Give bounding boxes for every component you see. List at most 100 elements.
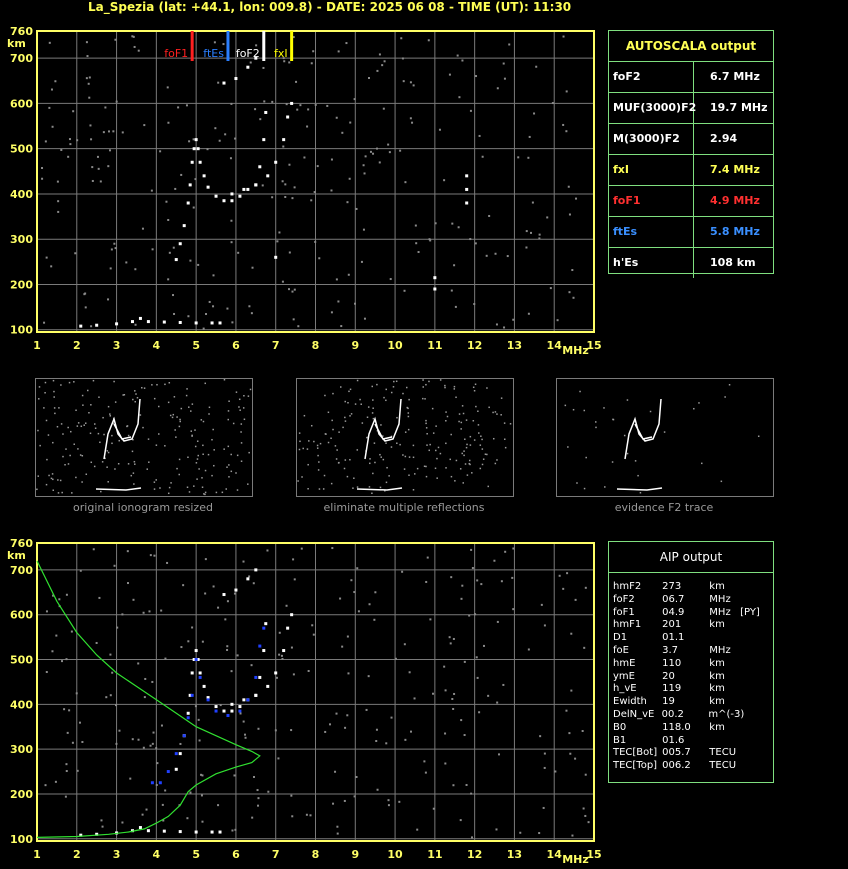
- noise-dot: [558, 574, 561, 577]
- noise-dot: [470, 792, 473, 795]
- aip-param-unit: km: [709, 619, 725, 631]
- trace-point: [465, 201, 469, 205]
- noise-dot: [416, 828, 419, 831]
- noise-dot: [337, 50, 340, 53]
- noise-dot: [362, 228, 365, 231]
- noise-dot: [448, 73, 451, 76]
- noise-dot: [257, 804, 260, 807]
- noise-dot: [448, 636, 451, 639]
- marker-label: foF2: [236, 47, 260, 60]
- trace-point: [174, 752, 178, 756]
- trace-point: [254, 183, 258, 187]
- noise-dot: [292, 558, 295, 561]
- aip-param-value: 3.7: [662, 644, 679, 656]
- noise-dot: [67, 155, 70, 158]
- noise-dot: [226, 600, 229, 603]
- noise-dot: [495, 323, 498, 326]
- aip-param-unit: MHz: [709, 593, 731, 605]
- autoscala-param-name: ftEs: [609, 217, 694, 247]
- thumbnail-caption: original ionogram resized: [73, 501, 213, 514]
- trace-point: [196, 147, 200, 151]
- noise-dot: [266, 549, 269, 552]
- noise-dot: [568, 732, 571, 735]
- noise-dot: [58, 598, 61, 601]
- noise-dot: [114, 247, 117, 250]
- noise-dot: [290, 646, 293, 649]
- trace-point: [182, 224, 186, 228]
- trace-point: [234, 588, 238, 592]
- noise-dot: [353, 98, 356, 101]
- noise-dot: [257, 797, 260, 800]
- aip-param-flag: [740, 671, 769, 684]
- marker-label: fxI: [274, 47, 288, 60]
- noise-dot: [343, 799, 346, 802]
- noise-dot: [494, 252, 497, 255]
- noise-dot: [65, 763, 68, 766]
- trace-point: [166, 770, 170, 774]
- noise-dot: [63, 708, 66, 711]
- noise-dot: [156, 762, 159, 765]
- noise-dot: [230, 241, 233, 244]
- aip-row: DelN_vE 00.2 m^(-3): [613, 709, 769, 722]
- noise-dot: [303, 156, 306, 159]
- noise-dot: [133, 45, 136, 48]
- x-tick-label: 13: [507, 848, 522, 861]
- noise-dot: [167, 278, 170, 281]
- trace-point: [194, 830, 198, 834]
- noise-dot: [218, 139, 221, 142]
- noise-dot: [310, 62, 313, 65]
- trace-point: [222, 709, 226, 713]
- noise-dot: [143, 124, 146, 127]
- aip-row: TEC[Top] 006.2 TECU: [613, 760, 769, 773]
- noise-dot: [404, 738, 407, 741]
- aip-param-flag: [740, 619, 769, 632]
- y-tick-label: 300: [10, 233, 33, 246]
- noise-dot: [297, 325, 300, 328]
- noise-dot: [45, 256, 48, 259]
- noise-dot: [388, 151, 391, 154]
- trace-point: [262, 649, 266, 653]
- thumbnail-1: [35, 378, 253, 497]
- noise-dot: [340, 325, 343, 328]
- trace-point: [286, 115, 290, 119]
- noise-dot: [378, 161, 381, 164]
- x-tick-label: 10: [387, 848, 403, 861]
- noise-dot: [413, 697, 416, 700]
- autoscala-param-value: 7.4 MHz: [710, 163, 760, 176]
- noise-dot: [587, 821, 590, 824]
- trace-point: [242, 698, 246, 702]
- trace-point: [182, 734, 186, 738]
- aip-param-name: TEC[Bot]: [613, 747, 658, 759]
- autoscala-row: foF2 6.7 MHz: [609, 62, 773, 93]
- noise-dot: [244, 736, 247, 739]
- aip-row: TEC[Bot] 005.7 TECU: [613, 747, 769, 760]
- noise-dot: [172, 294, 175, 297]
- noise-dot: [100, 819, 103, 822]
- aip-param-value: 273: [662, 581, 682, 592]
- noise-dot: [112, 130, 115, 133]
- noise-dot: [475, 75, 478, 78]
- aip-param-unit: km: [709, 721, 725, 733]
- aip-param-value: 119: [662, 683, 682, 695]
- noise-dot: [55, 634, 58, 637]
- noise-dot: [296, 108, 299, 111]
- noise-dot: [401, 570, 404, 573]
- trace-point: [286, 626, 290, 630]
- noise-dot: [284, 196, 287, 199]
- x-tick-label: 9: [351, 339, 359, 352]
- noise-dot: [64, 795, 67, 798]
- noise-dot: [426, 556, 429, 559]
- noise-dot: [565, 709, 568, 712]
- noise-dot: [461, 584, 464, 587]
- noise-dot: [375, 728, 378, 731]
- autoscala-param-name: MUF(3000)F2: [609, 93, 696, 123]
- noise-dot: [256, 789, 259, 792]
- noise-dot: [363, 172, 366, 175]
- noise-dot: [81, 740, 84, 743]
- noise-dot: [512, 318, 515, 321]
- noise-dot: [262, 66, 265, 69]
- noise-dot: [83, 293, 86, 296]
- noise-dot: [57, 210, 60, 213]
- noise-dot: [85, 41, 88, 44]
- noise-dot: [155, 747, 158, 750]
